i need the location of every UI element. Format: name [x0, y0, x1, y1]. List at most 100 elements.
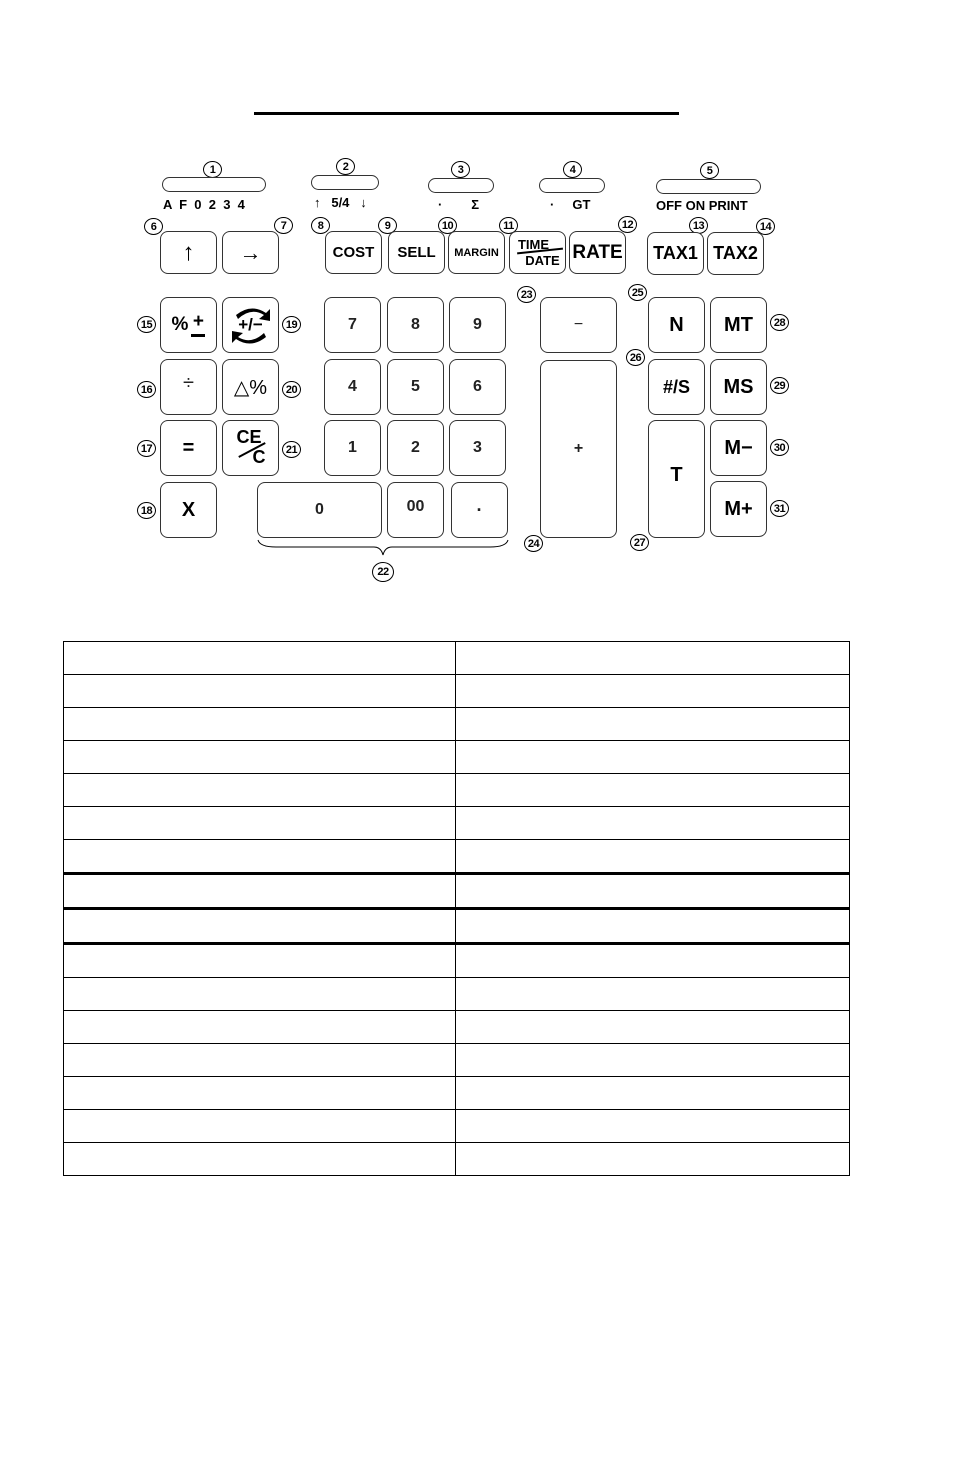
- digit-6-key[interactable]: 6: [449, 359, 506, 415]
- minus-key[interactable]: −: [540, 297, 617, 353]
- grand-total-slider[interactable]: [539, 178, 605, 193]
- title-underline: [254, 112, 679, 115]
- delta-percent-key[interactable]: △%: [222, 359, 279, 415]
- callout-25: 25: [628, 284, 647, 301]
- divide-key[interactable]: ÷: [160, 359, 217, 415]
- key-name-cell: [63, 1043, 456, 1077]
- decimal-point-key[interactable]: ·: [451, 482, 508, 538]
- key-description-cell: [455, 839, 850, 874]
- cost-key[interactable]: COST: [325, 231, 382, 274]
- callout-3: 3: [451, 161, 470, 178]
- decimal-selector-slider[interactable]: [162, 177, 266, 192]
- slider-5-positions: OFF ON PRINT: [656, 198, 748, 213]
- numeric-keys-brace: [257, 539, 509, 556]
- memory-plus-key[interactable]: M+: [710, 481, 767, 537]
- key-name-cell: [63, 839, 456, 874]
- key-description-cell: [455, 740, 850, 774]
- margin-key[interactable]: MARGIN: [448, 231, 505, 274]
- key-description-cell: [455, 641, 850, 675]
- table-row: [63, 707, 850, 741]
- key-description-table: [63, 641, 850, 1176]
- key-description-cell: [455, 977, 850, 1011]
- equals-key[interactable]: =: [160, 420, 217, 476]
- power-print-slider[interactable]: [656, 179, 761, 194]
- memory-subtotal-key[interactable]: MS: [710, 359, 767, 415]
- callout-5: 5: [700, 162, 719, 179]
- percent-glyph: %: [171, 314, 189, 335]
- callout-12: 12: [618, 216, 637, 233]
- digit-5-key[interactable]: 5: [387, 359, 444, 415]
- memory-minus-key[interactable]: M−: [710, 420, 767, 476]
- key-name-cell: [63, 872, 456, 909]
- total-key[interactable]: T: [648, 420, 705, 538]
- table-row: [63, 907, 850, 944]
- non-add-key[interactable]: N: [648, 297, 705, 353]
- sign-change-key[interactable]: +/−: [222, 297, 279, 353]
- percent-plus-minus-label: % +: [171, 312, 206, 337]
- digit-0-key[interactable]: 0: [257, 482, 382, 538]
- table-row: [63, 773, 850, 807]
- digit-4-key[interactable]: 4: [324, 359, 381, 415]
- table-row: [63, 740, 850, 774]
- callout-26: 26: [626, 349, 645, 366]
- plus-key[interactable]: +: [540, 360, 617, 538]
- key-name-cell: [63, 1142, 456, 1176]
- table-row: [63, 1043, 850, 1077]
- double-zero-key[interactable]: 00: [387, 482, 444, 538]
- tax2-key[interactable]: TAX2: [707, 232, 764, 275]
- percent-plus-minus-key[interactable]: % +: [160, 297, 217, 353]
- backspace-right-key[interactable]: →: [222, 231, 279, 274]
- sign-change-label: +/−: [238, 315, 263, 334]
- callout-21: 21: [282, 441, 301, 458]
- memory-total-key[interactable]: MT: [710, 297, 767, 353]
- key-description-cell: [455, 773, 850, 807]
- table-row: [63, 1109, 850, 1143]
- callout-28: 28: [770, 314, 789, 331]
- rate-key[interactable]: RATE: [569, 231, 626, 274]
- digit-7-key[interactable]: 7: [324, 297, 381, 353]
- callout-2: 2: [336, 158, 355, 175]
- callout-30: 30: [770, 439, 789, 456]
- c-glyph: C: [252, 447, 266, 467]
- ce-c-label: CE C: [231, 425, 271, 471]
- date-label: DATE: [525, 253, 560, 268]
- key-name-cell: [63, 1010, 456, 1044]
- key-name-cell: [63, 977, 456, 1011]
- key-name-cell: [63, 674, 456, 708]
- callout-18: 18: [137, 502, 156, 519]
- key-description-cell: [455, 872, 850, 909]
- key-description-cell: [455, 1109, 850, 1143]
- table-row: [63, 1142, 850, 1176]
- plus-minus-glyph: +: [191, 312, 206, 337]
- callout-6: 6: [144, 218, 163, 235]
- key-name-cell: [63, 1109, 456, 1143]
- key-description-cell: [455, 907, 850, 944]
- key-description-cell: [455, 1076, 850, 1110]
- digit-1-key[interactable]: 1: [324, 420, 381, 476]
- callout-17: 17: [137, 440, 156, 457]
- tax1-key[interactable]: TAX1: [647, 232, 704, 275]
- sell-key[interactable]: SELL: [388, 231, 445, 274]
- item-count-slider[interactable]: [428, 178, 494, 193]
- slider-2-positions: ↑ 5/4 ↓: [314, 195, 367, 210]
- slider-1-positions: A F 0 2 3 4: [163, 197, 245, 212]
- slider-4-positions: · GT: [550, 197, 591, 212]
- digit-9-key[interactable]: 9: [449, 297, 506, 353]
- key-name-cell: [63, 740, 456, 774]
- multiply-key[interactable]: X: [160, 482, 217, 538]
- digit-3-key[interactable]: 3: [449, 420, 506, 476]
- subtotal-key[interactable]: #/S: [648, 359, 705, 415]
- rounding-selector-slider[interactable]: [311, 175, 379, 190]
- paper-feed-up-key[interactable]: ↑: [160, 231, 217, 274]
- time-date-key[interactable]: TIME DATE: [509, 231, 566, 274]
- digit-8-key[interactable]: 8: [387, 297, 444, 353]
- key-name-cell: [63, 942, 456, 978]
- clear-entry-key[interactable]: CE C: [222, 420, 279, 476]
- callout-24: 24: [524, 535, 543, 552]
- callout-27: 27: [630, 534, 649, 551]
- key-description-cell: [455, 1142, 850, 1176]
- table-row: [63, 641, 850, 675]
- digit-2-key[interactable]: 2: [387, 420, 444, 476]
- table-row: [63, 942, 850, 978]
- key-name-cell: [63, 641, 456, 675]
